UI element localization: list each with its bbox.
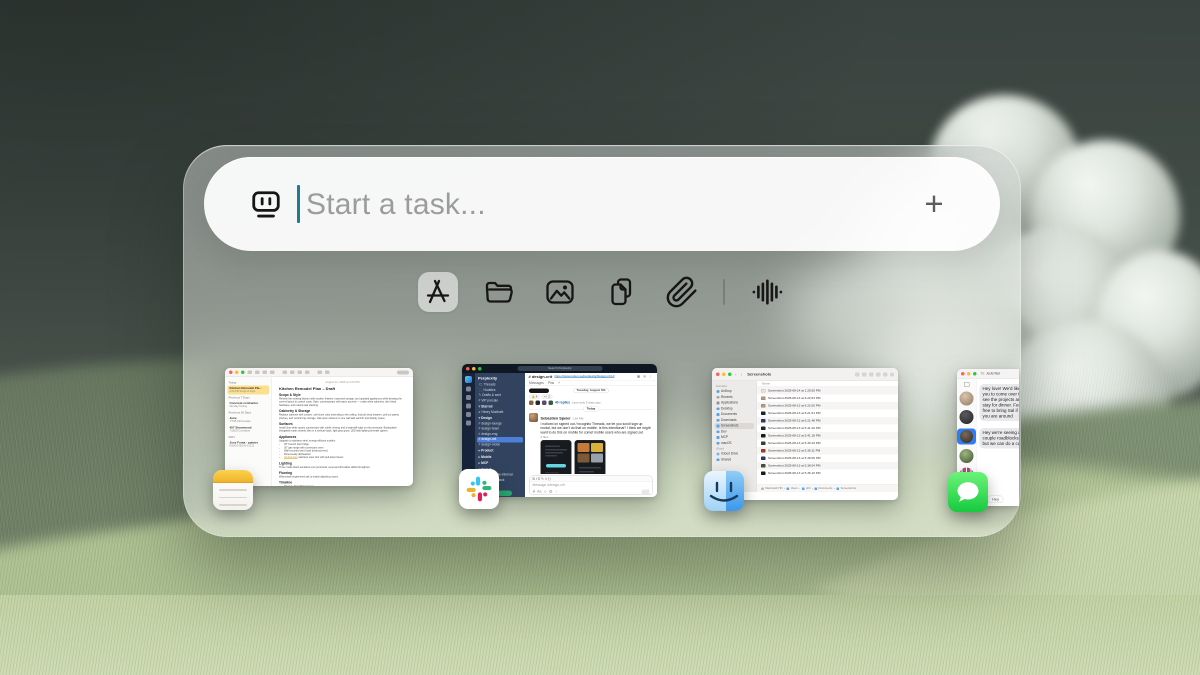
date-divider: Tuesday, August 5th: [573, 388, 609, 393]
notes-list-item: Jose Fonta - painter 8/30/24 555-014-221…: [228, 440, 270, 449]
attach-tool-button[interactable]: [662, 272, 702, 312]
add-button[interactable]: +: [904, 157, 964, 251]
slack-channel-header: # design-crit https://www.notion.so/perp…: [525, 373, 657, 381]
notes-list-item-selected: Kitchen Remodel Pla... 4:04 PM Scope & S…: [228, 386, 270, 395]
traffic-lights: [961, 372, 977, 376]
slack-search-bar: Search Perplexity: [517, 366, 602, 371]
file-row: Screenshot 2025-08-13 at 5.41.26 PM: [757, 425, 898, 433]
notes-list-item: 457 Stonewood 7/16/25 Contractor: [228, 425, 270, 434]
finder-path-bar: Macintosh HD› Users› phil› Documents› Sc…: [757, 485, 898, 493]
workspace-name: Perplexity: [478, 376, 522, 381]
slack-app-icon[interactable]: [459, 469, 499, 509]
file-row: Screenshot 2025-08-13 at 6.22.03 PM: [757, 395, 898, 403]
note-title: Kitchen Remodel Plan – Draft: [279, 387, 406, 392]
apps-icon: [421, 275, 455, 309]
note-bullets: Week 1: Demolition & prep Weeks 2–4: Ele…: [284, 485, 406, 486]
finder-window-title: Screenshots: [747, 372, 771, 377]
reaction-pill: 👍 4: [529, 395, 540, 400]
avatar: [960, 410, 974, 424]
slack-selected-channel: #design-crit: [477, 437, 523, 442]
images-tool-button[interactable]: [540, 272, 580, 312]
notes-editor: August 14, 2025 at 4:04 PM Kitchen Remod…: [272, 377, 413, 486]
notes-group-label: Today: [229, 382, 269, 385]
slack-titlebar: Search Perplexity: [462, 364, 657, 373]
compose-icon: [964, 382, 970, 387]
copy-document-icon: [604, 275, 638, 309]
finder-face: [704, 471, 744, 511]
slack-composer: B I S ✎ ≡ ⟨⟩ Message #design-crit ⊕ Aa ☺…: [529, 476, 653, 496]
recipient-name: JoJo Nor: [986, 372, 1000, 376]
file-row: Screenshot 2025-08-13 at 5.39.10 PM: [757, 440, 898, 448]
folder-icon: [482, 275, 516, 309]
channel-topic-link: https://www.notion.so/perplexity/Design-…: [554, 375, 614, 378]
slack-main: # design-crit https://www.notion.so/perp…: [525, 373, 657, 497]
voice-tool-button[interactable]: [746, 272, 786, 312]
file-row: Screenshot 2025-08-14 at 1.29.50 PM: [757, 387, 898, 395]
notes-toolbar: [225, 368, 413, 377]
traffic-lights: [466, 367, 482, 371]
workspace-avatar: [465, 376, 472, 383]
file-row: Screenshot 2025-08-13 at 5.41.18 PM: [757, 432, 898, 440]
message-bubble: Hey we're seeing a couple roadblocks but…: [980, 428, 1020, 448]
task-input-placeholder[interactable]: Start a task...: [306, 188, 486, 222]
files-tool-button[interactable]: [479, 272, 519, 312]
assistant-robot-icon: [250, 188, 282, 220]
traffic-lights: [716, 373, 732, 377]
messages-titlebar: To: JoJo Nor: [957, 369, 1019, 379]
finder-toolbar: ‹ › Screenshots: [712, 368, 898, 381]
note-bullets: 36" French door fridge 30" gas range wit…: [284, 443, 406, 459]
text-caret: [297, 185, 300, 223]
file-row: Screenshot 2025-08-13 at 6.21.48 PM: [757, 417, 898, 425]
notes-list-item: Concrete contractor Monday Testing: [228, 401, 270, 410]
notes-list-item: June 7/7/25 Kitchenware: [228, 416, 270, 425]
collapsed-attachment: [529, 388, 549, 393]
today-divider: Today: [529, 407, 653, 412]
paperclip-icon: [665, 275, 699, 309]
slack-logo: [464, 474, 494, 504]
notes-app-icon[interactable]: [213, 470, 253, 510]
notes-group-label: 2024: [229, 436, 269, 439]
message-bubble: Hey love! We'd like you to come over to …: [980, 384, 1020, 421]
send-button: [642, 489, 650, 494]
finder-toolbar-icons: [855, 372, 894, 376]
clipboard-tool-button[interactable]: [601, 272, 641, 312]
slack-message-feed: Tuesday, August 5th 👍 4 👀 2 40 replies L…: [525, 386, 657, 474]
notes-window-thumbnail[interactable]: Today Kitchen Remodel Pla... 4:04 PM Sco…: [225, 368, 413, 486]
tool-divider: [723, 279, 725, 305]
messages-app-icon[interactable]: [948, 472, 988, 512]
file-row: Screenshot 2025-08-13 at 6.21.51 PM: [757, 410, 898, 418]
file-row: Screenshot 2025-08-13 at 5.39.05 PM: [757, 455, 898, 463]
apps-tool-button[interactable]: [418, 272, 458, 312]
task-input-bar[interactable]: Start a task... +: [204, 157, 1000, 251]
avatar: [960, 392, 974, 406]
attachment-screenshot: [541, 440, 572, 474]
speech-bubble: [953, 477, 983, 507]
image-icon: [543, 275, 577, 309]
selected-conversation: [957, 429, 976, 445]
traffic-lights: [229, 371, 245, 375]
file-row: Screenshot 2025-08-13 at 6.22.00 PM: [757, 402, 898, 410]
reaction-pill: 👀 2: [542, 395, 553, 400]
finder-selected-item: Screenshots: [715, 423, 755, 429]
file-row: Screenshot 2025-08-13 at 5.39.11 PM: [757, 447, 898, 455]
avatar: [529, 413, 538, 422]
slack-message: Sebastien Speier1:54 PM I noticed on sig…: [529, 413, 653, 474]
note-date: August 14, 2025 at 4:04 PM: [279, 381, 406, 384]
waveform-icon: [749, 275, 783, 309]
notes-group-label: Previous 30 Days: [229, 412, 269, 415]
avatar: [960, 449, 974, 463]
attachment-screenshot: [575, 440, 606, 474]
file-row: Screenshot 2025-08-13 at 5.38.04 PM: [757, 462, 898, 470]
tool-row: [183, 272, 1021, 312]
back-forward: ‹ ›: [735, 372, 744, 377]
finder-app-icon[interactable]: [704, 471, 744, 511]
file-row: Screenshot 2025-08-13 at 5.36.10 PM: [757, 470, 898, 478]
notes-group-label: Previous 7 Days: [229, 397, 269, 400]
finder-file-list: Name Screenshot 2025-08-14 at 1.29.50 PM…: [757, 381, 898, 492]
task-launcher-panel: Start a task... +: [183, 145, 1021, 537]
